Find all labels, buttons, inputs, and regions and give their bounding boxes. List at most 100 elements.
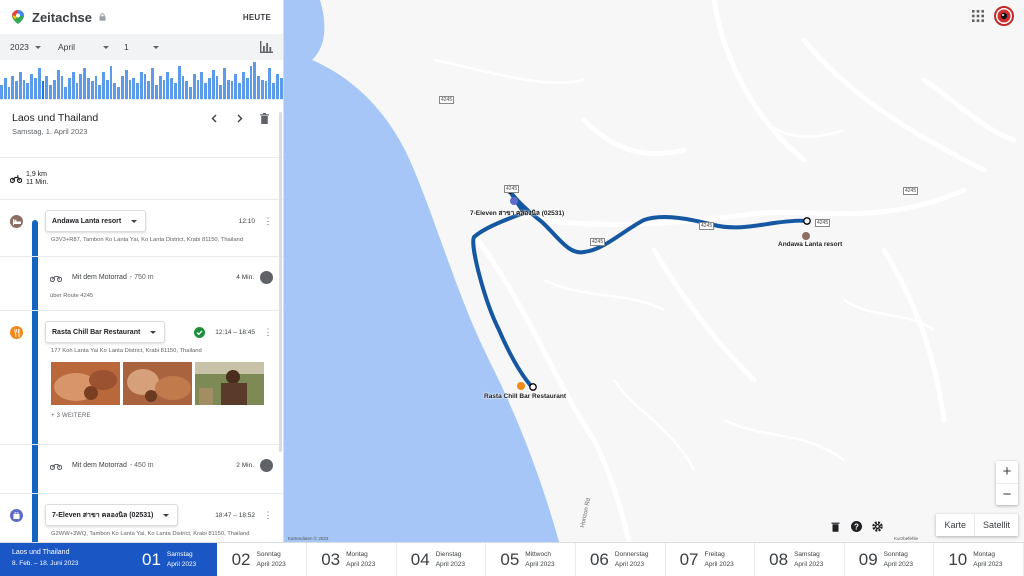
more-options-icon[interactable]: ⋮ <box>263 511 273 520</box>
gear-icon[interactable] <box>872 521 883 532</box>
day-card[interactable]: 10 Montag April 2023 <box>934 543 1024 576</box>
chevron-left-icon[interactable] <box>208 112 221 125</box>
histogram-bar[interactable] <box>253 61 257 99</box>
histogram-bar[interactable] <box>90 81 94 99</box>
histogram-bar[interactable] <box>132 77 136 99</box>
histogram-bar[interactable] <box>211 69 215 99</box>
histogram-bar[interactable] <box>257 75 260 99</box>
histogram-bar[interactable] <box>26 83 30 99</box>
day-card[interactable]: 05 Mittwoch April 2023 <box>486 543 576 576</box>
histogram-bar[interactable] <box>158 75 162 99</box>
histogram-bar[interactable] <box>185 81 189 99</box>
histogram-bar[interactable] <box>117 87 120 99</box>
year-dropdown[interactable]: 2023 <box>10 42 58 52</box>
histogram-bar[interactable] <box>128 79 132 99</box>
histogram-bar[interactable] <box>113 83 117 99</box>
avatar[interactable] <box>994 6 1014 26</box>
histogram-bar[interactable] <box>204 83 207 99</box>
day-card[interactable]: 08 Samstag April 2023 <box>755 543 845 576</box>
activity-histogram[interactable] <box>0 60 283 100</box>
photo-thumbnail[interactable] <box>123 362 192 405</box>
histogram-bar[interactable] <box>268 67 272 99</box>
apps-grid-icon[interactable] <box>972 10 984 22</box>
histogram-bar[interactable] <box>279 77 283 99</box>
histogram-bar[interactable] <box>94 75 98 99</box>
map-canvas[interactable] <box>284 0 1024 542</box>
histogram-bar[interactable] <box>147 81 151 99</box>
help-icon[interactable]: ? <box>851 521 862 532</box>
histogram-bar[interactable] <box>196 79 200 99</box>
keyboard-shortcuts-link[interactable]: Kurzbefehle <box>894 536 918 541</box>
histogram-bar[interactable] <box>242 71 245 99</box>
timeline-move-1[interactable]: Mit dem Motorrad - 750 m 4 Min. über Rou… <box>0 257 283 311</box>
place-name-dropdown[interactable]: 7-Eleven สาขา คลองนิล (02531) <box>45 504 179 526</box>
more-options-icon[interactable]: ⋮ <box>263 328 273 337</box>
histogram-bar[interactable] <box>37 67 41 99</box>
histogram-bar[interactable] <box>238 83 241 99</box>
histogram-bar[interactable] <box>155 85 158 99</box>
histogram-bar[interactable] <box>102 71 105 99</box>
histogram-bar[interactable] <box>52 79 56 99</box>
histogram-bar[interactable] <box>98 85 102 99</box>
histogram-bar[interactable] <box>177 65 181 99</box>
histogram-bar[interactable] <box>223 67 226 99</box>
histogram-bar[interactable] <box>173 83 177 99</box>
histogram-bar[interactable] <box>264 81 268 99</box>
histogram-bar[interactable] <box>60 75 64 99</box>
histogram-bar[interactable] <box>11 75 15 99</box>
photo-thumbnail[interactable] <box>51 362 120 405</box>
timeline-move-2[interactable]: Mit dem Motorrad - 450 m 2 Min. <box>0 445 283 494</box>
histogram-bar[interactable] <box>86 77 90 99</box>
histogram-bar[interactable] <box>34 77 37 99</box>
histogram-bar[interactable] <box>41 81 45 99</box>
histogram-bar[interactable] <box>0 85 3 99</box>
trip-range-card[interactable]: Laos und Thailand 8. Feb. – 18. Juni 202… <box>0 543 128 576</box>
photo-thumbnail[interactable] <box>195 362 264 405</box>
histogram-bar[interactable] <box>75 83 79 99</box>
day-card[interactable]: 03 Montag April 2023 <box>307 543 397 576</box>
panel-scrollbar[interactable] <box>279 112 282 452</box>
histogram-bar[interactable] <box>15 81 18 99</box>
histogram-bar[interactable] <box>181 75 185 99</box>
histogram-bar[interactable] <box>151 67 155 99</box>
histogram-bar[interactable] <box>71 71 75 99</box>
histogram-bar[interactable] <box>105 79 109 99</box>
timeline-place-andawa[interactable]: Andawa Lanta resort 12:10 ⋮ G3V3+R87, Ta… <box>0 200 283 257</box>
histogram-bar[interactable] <box>22 79 26 99</box>
histogram-bar[interactable] <box>230 81 234 99</box>
today-button[interactable]: HEUTE <box>243 13 271 22</box>
histogram-bar[interactable] <box>192 73 196 99</box>
day-card[interactable]: 01 Samstag April 2023 <box>128 543 218 576</box>
histogram-bar[interactable] <box>200 71 204 99</box>
edit-route-icon[interactable] <box>260 459 273 472</box>
more-photos-link[interactable]: + 3 WEITERE <box>51 413 273 419</box>
timeline-place-7eleven[interactable]: 7-Eleven สาขา คลองนิล (02531) 18:47 – 18… <box>0 494 283 542</box>
bar-chart-icon[interactable] <box>259 41 273 53</box>
histogram-bar[interactable] <box>219 85 223 99</box>
edit-route-icon[interactable] <box>260 271 273 284</box>
histogram-bar[interactable] <box>162 79 166 99</box>
histogram-bar[interactable] <box>139 71 143 99</box>
histogram-bar[interactable] <box>189 87 192 99</box>
histogram-bar[interactable] <box>215 75 219 99</box>
histogram-bar[interactable] <box>272 83 276 99</box>
histogram-bar[interactable] <box>124 69 128 99</box>
zoom-in-button[interactable]: + <box>996 461 1018 484</box>
map-view-button[interactable]: Karte <box>936 514 975 536</box>
day-card[interactable]: 07 Freitag April 2023 <box>666 543 756 576</box>
histogram-bar[interactable] <box>45 75 49 99</box>
histogram-bar[interactable] <box>109 65 113 99</box>
day-card[interactable]: 09 Sonntag April 2023 <box>845 543 935 576</box>
histogram-bar[interactable] <box>136 83 139 99</box>
satellite-view-button[interactable]: Satellit <box>975 514 1018 536</box>
month-dropdown[interactable]: April <box>58 42 124 52</box>
histogram-bar[interactable] <box>18 71 22 99</box>
timeline-place-rasta[interactable]: Rasta Chill Bar Restaurant 12:14 – 18:45… <box>0 311 283 445</box>
histogram-bar[interactable] <box>68 77 71 99</box>
histogram-bar[interactable] <box>79 73 83 99</box>
place-name-dropdown[interactable]: Rasta Chill Bar Restaurant <box>45 321 166 343</box>
map-label-7eleven[interactable]: 7-Eleven สาขา คลองนิล (02531) <box>470 208 564 218</box>
histogram-bar[interactable] <box>166 71 170 99</box>
place-name-dropdown[interactable]: Andawa Lanta resort <box>45 210 147 232</box>
histogram-bar[interactable] <box>83 67 86 99</box>
